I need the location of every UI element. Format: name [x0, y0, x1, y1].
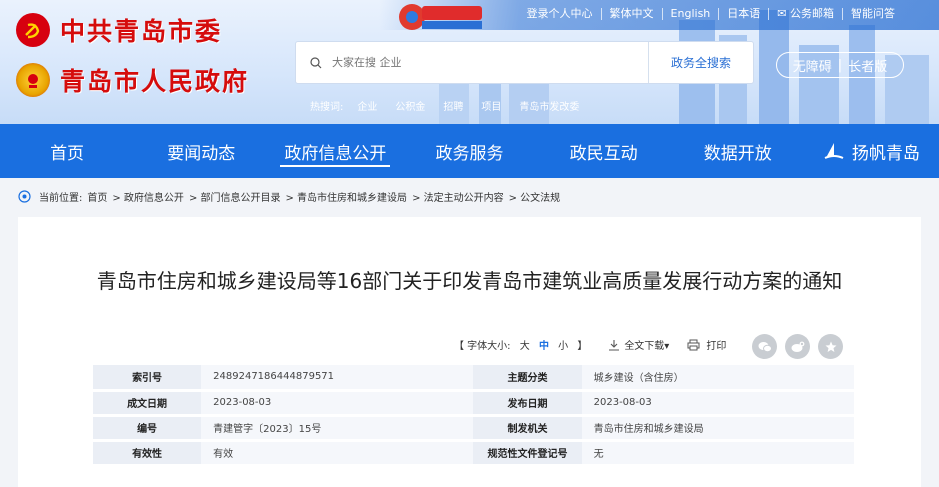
nav-open-data[interactable]: 数据开放	[671, 124, 805, 178]
table-row: 成文日期 2023-08-03 发布日期 2023-08-03	[93, 390, 854, 417]
hot-word[interactable]: 企业	[357, 98, 377, 113]
mail-icon: ✉	[777, 7, 787, 20]
party-emblem-icon	[16, 13, 50, 47]
meta-value: 青建管字〔2023〕15号	[201, 415, 474, 442]
meta-key: 成文日期	[93, 390, 202, 417]
mail-link[interactable]: ✉ 公务邮箱	[768, 8, 842, 20]
meta-value: 2023-08-03	[581, 390, 854, 417]
site-header: 中共青岛市委 青岛市人民政府 登录个人中心 繁体中文 English 日本语 ✉…	[0, 0, 939, 124]
gov-logo[interactable]: 青岛市人民政府	[16, 62, 249, 98]
hot-words-label: 热搜词:	[310, 102, 344, 113]
document-metadata-table: 索引号 2489247186444879571 主题分类 城乡建设（含住房） 成…	[93, 365, 854, 467]
font-size-medium[interactable]: 中	[539, 341, 549, 352]
nav-yangfan-label: 扬帆青岛	[851, 143, 920, 164]
breadcrumb-item[interactable]: 首页	[87, 189, 107, 204]
favorite-button[interactable]	[818, 334, 843, 359]
smart-qa-link[interactable]: 智能问答	[842, 8, 903, 20]
search-button[interactable]: 政务全搜索	[648, 42, 753, 83]
english-link[interactable]: English	[661, 8, 719, 20]
wechat-share-button[interactable]	[752, 334, 777, 359]
table-row: 编号 青建管字〔2023〕15号 制发机关 青岛市住房和城乡建设局	[93, 415, 854, 442]
font-size-suffix: 】	[577, 341, 588, 352]
nav-gov-info[interactable]: 政府信息公开	[268, 124, 402, 178]
access-separator: |	[837, 57, 843, 73]
print-icon	[687, 339, 700, 350]
weibo-share-button[interactable]	[785, 334, 810, 359]
font-size-prefix: 【 字体大小:	[454, 341, 511, 352]
top-links: 登录个人中心 繁体中文 English 日本语 ✉ 公务邮箱 智能问答	[519, 8, 903, 20]
breadcrumb-label: 当前位置:	[39, 193, 83, 204]
access-buttons: 无障碍 | 长者版	[776, 52, 904, 78]
meta-value: 有效	[201, 440, 474, 467]
breadcrumb-item[interactable]: > 公文法规	[509, 189, 561, 204]
hot-words: 热搜词: 企业 公积金 招聘 项目 青岛市发改委	[310, 98, 597, 113]
location-pin-icon	[18, 190, 31, 203]
breadcrumb-item[interactable]: > 政府信息公开	[112, 189, 184, 204]
table-row: 索引号 2489247186444879571 主题分类 城乡建设（含住房）	[93, 365, 854, 392]
portal-badge-icon[interactable]	[398, 2, 484, 32]
login-link[interactable]: 登录个人中心	[519, 8, 601, 20]
barrier-free-button[interactable]: 无障碍	[793, 56, 832, 75]
meta-key: 制发机关	[473, 415, 582, 442]
gov-title: 青岛市人民政府	[60, 67, 250, 96]
hot-word[interactable]: 项目	[481, 98, 501, 113]
elder-mode-button[interactable]: 长者版	[848, 56, 887, 75]
breadcrumb-item[interactable]: > 部门信息公开目录	[189, 189, 281, 204]
article-panel: 青岛市住房和城乡建设局等16部门关于印发青岛市建筑业高质量发展行动方案的通知 【…	[18, 217, 921, 487]
font-size-control: 【 字体大小: 大 中 小 】	[451, 337, 590, 352]
japanese-link[interactable]: 日本语	[718, 8, 768, 20]
search-icon	[310, 56, 322, 68]
table-row: 有效性 有效 规范性文件登记号 无	[93, 440, 854, 467]
article-tools: 【 字体大小: 大 中 小 】 全文下载▾ 打印	[451, 337, 726, 352]
meta-value: 城乡建设（含住房）	[581, 365, 854, 392]
nav-services[interactable]: 政务服务	[402, 124, 536, 178]
star-icon	[825, 341, 836, 352]
meta-value: 青岛市住房和城乡建设局	[581, 415, 854, 442]
hot-word[interactable]: 公积金	[395, 98, 425, 113]
wechat-icon	[758, 341, 772, 352]
meta-key: 索引号	[93, 365, 202, 392]
search-input[interactable]	[332, 56, 612, 69]
download-icon	[609, 339, 620, 351]
hot-word[interactable]: 招聘	[443, 98, 463, 113]
print-label: 打印	[706, 341, 727, 352]
meta-key: 规范性文件登记号	[473, 440, 582, 467]
meta-key: 发布日期	[473, 390, 582, 417]
search-box: 政务全搜索	[295, 41, 754, 84]
nav-home[interactable]: 首页	[0, 124, 134, 178]
hot-word[interactable]: 青岛市发改委	[519, 98, 579, 113]
traditional-chinese-link[interactable]: 繁体中文	[600, 8, 662, 20]
breadcrumb: 当前位置: 首页 > 政府信息公开 > 部门信息公开目录 > 青岛市住房和城乡建…	[18, 189, 565, 204]
font-size-large[interactable]: 大	[520, 341, 530, 352]
party-title: 中共青岛市委	[60, 17, 223, 46]
weibo-icon	[791, 341, 804, 352]
search-field-area	[296, 42, 648, 83]
meta-key: 有效性	[93, 440, 202, 467]
share-buttons	[752, 334, 851, 359]
party-logo[interactable]: 中共青岛市委	[16, 12, 222, 48]
nav-interaction[interactable]: 政民互动	[537, 124, 671, 178]
main-nav: 首页 要闻动态 政府信息公开 政务服务 政民互动 数据开放 扬帆青岛	[0, 124, 939, 178]
download-label: 全文下载▾	[624, 341, 670, 352]
sail-icon	[824, 143, 844, 159]
nav-yangfan[interactable]: 扬帆青岛	[805, 124, 939, 178]
mail-link-label: 公务邮箱	[790, 7, 834, 20]
meta-value: 2023-08-03	[201, 390, 474, 417]
print-button[interactable]: 打印	[687, 337, 726, 352]
meta-value: 2489247186444879571	[201, 365, 474, 392]
breadcrumb-item[interactable]: > 青岛市住房和城乡建设局	[286, 189, 408, 204]
font-size-small[interactable]: 小	[558, 341, 568, 352]
national-emblem-icon	[16, 63, 50, 97]
meta-key: 编号	[93, 415, 202, 442]
download-button[interactable]: 全文下载▾	[608, 337, 669, 352]
meta-key: 主题分类	[473, 365, 582, 392]
article-title: 青岛市住房和城乡建设局等16部门关于印发青岛市建筑业高质量发展行动方案的通知	[96, 269, 843, 293]
breadcrumb-item[interactable]: > 法定主动公开内容	[412, 189, 504, 204]
nav-news[interactable]: 要闻动态	[134, 124, 268, 178]
meta-value: 无	[581, 440, 854, 467]
